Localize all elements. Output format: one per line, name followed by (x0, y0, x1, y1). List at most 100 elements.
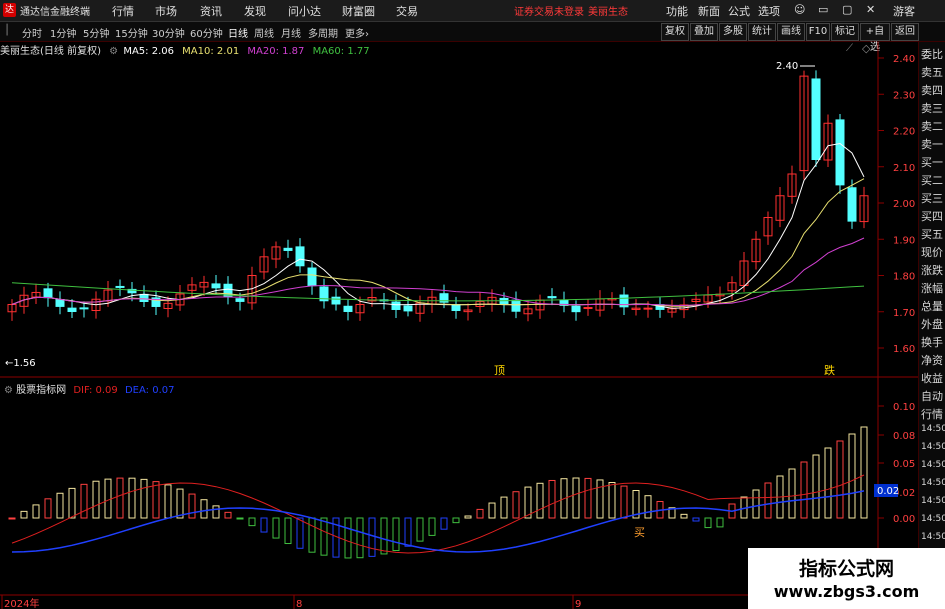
candle-down (55, 299, 65, 307)
mark-button[interactable]: 标记 (831, 23, 859, 41)
f10-button[interactable]: F10 (806, 23, 830, 41)
menu-function[interactable]: 功能 (666, 3, 688, 19)
macd-tick-label: 0.08 (893, 431, 915, 442)
toolbar-handle-icon: │ (4, 25, 11, 36)
side-panel-label: 14:50 (921, 478, 945, 488)
macd-bar (512, 491, 520, 519)
macd-bar (608, 482, 616, 519)
macd-bar (176, 488, 184, 519)
user-icon[interactable]: ☺ (794, 3, 805, 16)
adjust-button[interactable]: 复权 (661, 23, 689, 41)
macd-bar (416, 517, 424, 542)
dea-line (11, 490, 865, 553)
period-daily[interactable]: 日线 (228, 25, 248, 40)
side-panel-label: 卖一 (921, 138, 943, 151)
close-window-icon[interactable]: ✕ (866, 3, 875, 16)
back-button[interactable]: 返回 (891, 23, 919, 41)
guest-label[interactable]: 游客 (893, 3, 915, 19)
menu-new-page[interactable]: 新面 (698, 3, 720, 19)
app-title: 通达信金融终端 (20, 7, 90, 18)
side-panel-label: 现价 (921, 246, 943, 259)
restore-icon[interactable]: ▢ (842, 3, 852, 16)
side-panel-label: 卖五 (921, 66, 943, 79)
dif-line (11, 474, 865, 554)
macd-bar (764, 482, 772, 519)
menu-ask[interactable]: 问小达 (288, 3, 321, 19)
candle-down (139, 293, 149, 303)
macd-bar (476, 508, 484, 519)
period-1min[interactable]: 1分钟 (50, 25, 76, 40)
side-panel-label: 买一 (921, 156, 943, 169)
side-panel-label: 买二 (921, 174, 943, 187)
macd-bar (164, 484, 172, 519)
period-60min[interactable]: 60分钟 (190, 25, 223, 40)
macd-group (8, 426, 868, 559)
draw-line-button[interactable]: 画线 (777, 23, 805, 41)
side-panel-label: 外盘 (921, 318, 943, 331)
macd-bar (824, 447, 832, 519)
macd-bar (464, 515, 472, 519)
quote-side-panel: 委比 卖五 卖四 卖三 卖二 卖一 买一 买二 买三 买四 买五 现价 涨跌 涨幅 总量 外盘 换手 净资 收益 自动… (918, 42, 945, 609)
period-30min[interactable]: 30分钟 (152, 25, 185, 40)
macd-bar (344, 517, 352, 559)
kline-chart[interactable]: 2.40 2.30 2.20 2.10 2.00 1.90 1.80 1.70 1.60 0.10… (0, 42, 918, 609)
period-5min[interactable]: 5分钟 (83, 25, 109, 40)
macd-bar (32, 504, 40, 519)
login-notice[interactable]: 证券交易未登录 (514, 3, 584, 18)
macd-bar (152, 481, 160, 519)
time-tick-label: 2024年 (4, 597, 39, 609)
menu-discover[interactable]: 发现 (244, 3, 266, 19)
macd-bar (836, 440, 844, 519)
macd-bar (200, 499, 208, 519)
side-panel-label: 14:50 (921, 424, 945, 434)
macd-bar (644, 495, 652, 519)
menu-bar: 达 通达信金融终端 行情 市场 资讯 发现 问小达 财富圈 交易 证券交易未登录… (0, 0, 945, 22)
candle-down (235, 298, 245, 302)
period-weekly[interactable]: 周线 (254, 25, 274, 40)
macd-bar (104, 478, 112, 519)
side-panel-label: 14:50 (921, 460, 945, 470)
multi-stock-button[interactable]: 多股 (719, 23, 747, 41)
period-monthly[interactable]: 月线 (281, 25, 301, 40)
add-watchlist-button[interactable]: +自选 (860, 23, 890, 53)
macd-bar (296, 517, 304, 549)
menu-options[interactable]: 选项 (758, 3, 780, 19)
menu-quotes[interactable]: 行情 (112, 3, 134, 19)
candle-down (451, 304, 461, 312)
side-panel-label: 总量 (921, 300, 943, 313)
macd-bar (380, 517, 388, 555)
macd-bar (536, 482, 544, 519)
macd-bar (584, 477, 592, 519)
menu-wealth-circle[interactable]: 财富圈 (342, 3, 375, 19)
period-15min[interactable]: 15分钟 (115, 25, 148, 40)
macd-bar (128, 477, 136, 519)
minimize-icon[interactable]: ▭ (818, 3, 828, 16)
price-tick-label: 2.40 (893, 54, 915, 65)
side-panel-label: 净资 (921, 354, 943, 367)
price-tick-label: 2.20 (893, 127, 915, 138)
time-tick-label: 8 (296, 599, 302, 609)
macd-bar (248, 517, 256, 527)
side-panel-label: 买五 (921, 228, 943, 241)
period-more[interactable]: 更多› (345, 25, 369, 40)
macd-bar (452, 517, 460, 524)
overlay-button[interactable]: 叠加 (690, 23, 718, 41)
menu-formula[interactable]: 公式 (728, 3, 750, 19)
candle-down (403, 305, 413, 312)
menu-trade[interactable]: 交易 (396, 3, 418, 19)
macd-bar (80, 483, 88, 519)
menu-market[interactable]: 市场 (155, 3, 177, 19)
price-tick-label: 2.10 (893, 163, 915, 174)
signal-marker: 跌 (824, 363, 835, 377)
period-multi[interactable]: 多周期 (308, 25, 338, 40)
settings-gear-icon[interactable]: ⚙ (4, 385, 13, 396)
statistics-button[interactable]: 统计 (748, 23, 776, 41)
watermark-url: www.zbgs3.com (773, 582, 920, 601)
price-tick-label: 2.30 (893, 90, 915, 101)
menu-news[interactable]: 资讯 (200, 3, 222, 19)
candle-down (511, 299, 521, 312)
macd-bar (704, 517, 712, 529)
macd-bar (848, 433, 856, 519)
side-panel-label: 委比 (921, 48, 943, 61)
period-intraday[interactable]: 分时 (22, 25, 42, 40)
